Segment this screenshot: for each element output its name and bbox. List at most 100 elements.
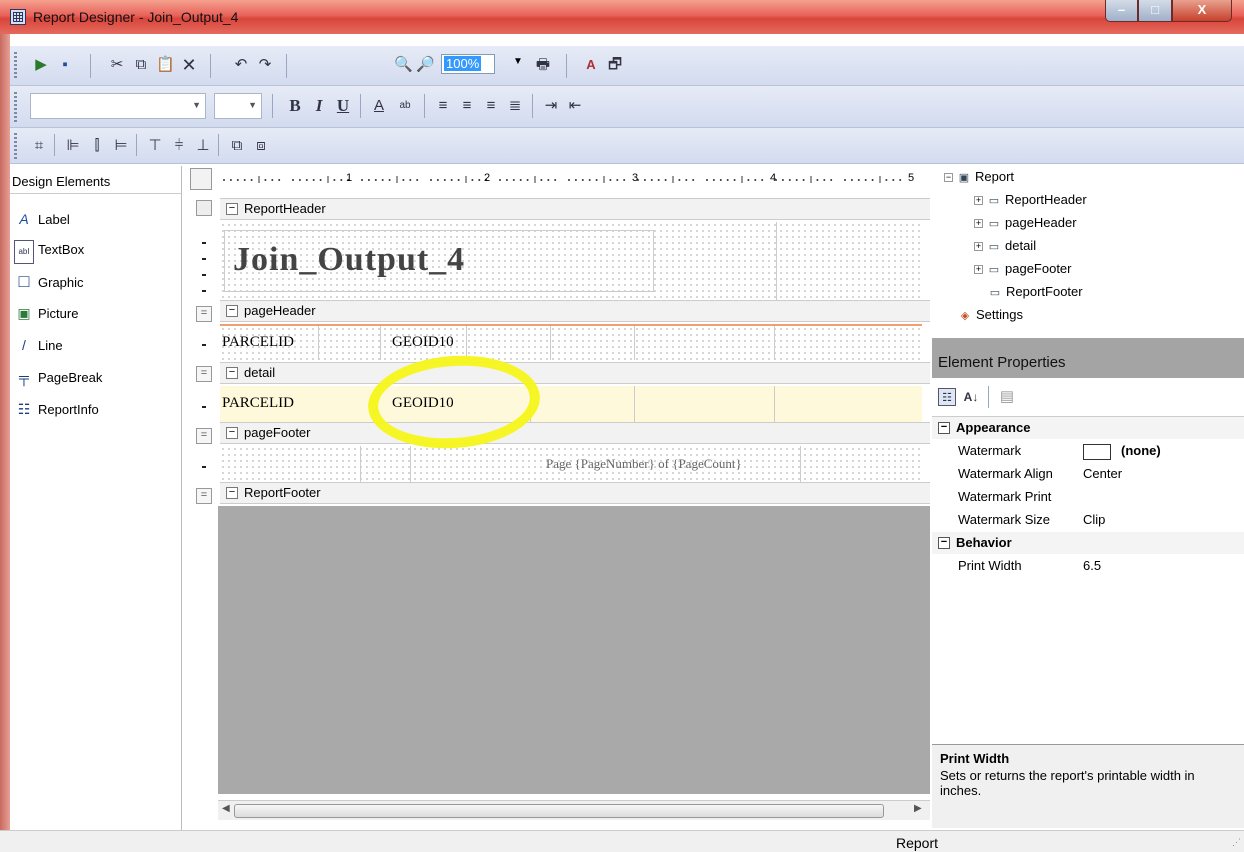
prop-print-width[interactable]: Print Width 6.5	[932, 555, 1244, 577]
page-footer-area[interactable]: Page {PageNumber} of {PageCount}	[220, 446, 922, 482]
band-page-footer[interactable]: − pageFooter	[220, 422, 930, 444]
reportinfo-element[interactable]: ☷ ReportInfo	[14, 398, 99, 420]
redo-icon[interactable]: ↷	[256, 56, 274, 74]
band-handle[interactable]: =	[196, 488, 212, 504]
align-justify-icon[interactable]: ≣	[506, 97, 524, 115]
tree-node-settings[interactable]: ◈ Settings	[958, 306, 1023, 325]
undo-icon[interactable]: ↶	[232, 56, 250, 74]
collapse-icon[interactable]: −	[226, 487, 238, 499]
align-centers-icon[interactable]: ⫿	[88, 137, 106, 155]
collapse-icon[interactable]: −	[944, 173, 953, 183]
collapse-icon[interactable]: −	[226, 305, 238, 317]
tree-node-pageheader[interactable]: + ▭ pageHeader	[974, 214, 1077, 233]
forecolor-icon[interactable]: A	[370, 97, 388, 115]
expand-icon[interactable]: +	[974, 265, 983, 275]
backcolor-icon[interactable]: ab	[396, 97, 414, 115]
tree-node-reportheader[interactable]: + ▭ ReportHeader	[974, 191, 1087, 210]
cut-icon[interactable]: ✂	[108, 56, 126, 74]
italic-icon[interactable]: I	[310, 97, 328, 115]
prop-watermark-align[interactable]: Watermark Align Center	[932, 463, 1244, 485]
close-button[interactable]: X	[1172, 0, 1232, 22]
align-rights-icon[interactable]: ⊨	[112, 137, 130, 155]
ruler-corner[interactable]	[190, 168, 212, 190]
scrollbar-thumb[interactable]	[234, 804, 884, 818]
tree-node-report[interactable]: − ▣ Report	[944, 168, 1014, 187]
send-to-back-icon[interactable]: ⧈	[252, 137, 270, 155]
band-handle[interactable]: =	[196, 428, 212, 444]
align-middles-icon[interactable]: ⫩	[170, 137, 188, 155]
zoom-out-icon[interactable]: 🔍	[394, 56, 413, 74]
expand-icon[interactable]: +	[974, 219, 983, 229]
font-size-combo[interactable]: ▼	[214, 93, 262, 119]
collapse-icon[interactable]: −	[226, 203, 238, 215]
prop-watermark-print[interactable]: Watermark Print	[932, 486, 1244, 508]
bold-icon[interactable]: B	[286, 97, 304, 115]
tree-node-reportfooter[interactable]: ▭ ReportFooter	[988, 283, 1083, 302]
copy-icon[interactable]: ⧉	[132, 56, 150, 74]
zoom-in-icon[interactable]: 🔎	[416, 56, 435, 74]
pagebreak-element[interactable]: ╤ PageBreak	[14, 366, 102, 388]
align-tops-icon[interactable]: ⊤	[146, 137, 164, 155]
category-behavior[interactable]: − Behavior	[932, 532, 1244, 554]
horizontal-scrollbar[interactable]: ◀ ▶	[218, 800, 930, 820]
maximize-button[interactable]: □	[1138, 0, 1172, 22]
save-icon[interactable]: ▪	[56, 56, 74, 74]
snap-grid-icon[interactable]: ⌗	[30, 137, 48, 155]
collapse-icon[interactable]: −	[226, 367, 238, 379]
prop-watermark-size[interactable]: Watermark Size Clip	[932, 509, 1244, 531]
toolbar-grip[interactable]	[14, 52, 17, 80]
align-bottoms-icon[interactable]: ⊥	[194, 137, 212, 155]
zoom-combo[interactable]: 100%	[441, 54, 495, 74]
font-icon[interactable]: A	[582, 56, 600, 74]
sort-az-icon[interactable]: A↓	[962, 388, 980, 406]
detail-field-parcelid[interactable]: PARCELID	[222, 395, 294, 412]
collapse-icon[interactable]: −	[938, 422, 950, 434]
band-handle[interactable]: =	[196, 306, 212, 322]
band-page-header[interactable]: − pageHeader	[220, 300, 930, 322]
tree-node-detail[interactable]: + ▭ detail	[974, 237, 1036, 256]
properties-icon[interactable]: 🗗	[606, 56, 624, 74]
band-detail[interactable]: − detail	[220, 362, 930, 384]
graphic-element[interactable]: □ Graphic	[14, 270, 84, 292]
expand-icon[interactable]: +	[974, 196, 983, 206]
zoom-dropdown-icon[interactable]: ▼	[513, 56, 523, 67]
detail-area[interactable]: PARCELID GEOID10	[220, 386, 922, 422]
font-name-combo[interactable]: ▼	[30, 93, 206, 119]
paste-icon[interactable]: 📋	[156, 56, 175, 74]
expand-icon[interactable]: +	[974, 242, 983, 252]
collapse-icon[interactable]: −	[226, 427, 238, 439]
prop-watermark[interactable]: Watermark (none)	[932, 440, 1244, 462]
delete-icon[interactable]: ✕	[180, 56, 198, 74]
category-appearance[interactable]: − Appearance	[932, 417, 1244, 439]
textbox-element[interactable]: abI TextBox	[14, 239, 84, 264]
align-center-icon[interactable]: ≡	[458, 97, 476, 115]
toolbar-grip[interactable]	[14, 92, 17, 122]
page-number-field[interactable]: Page {PageNumber} of {PageCount}	[546, 456, 742, 472]
page-setup-icon[interactable]: 🖶	[534, 56, 552, 74]
prop-value[interactable]: Clip	[1083, 509, 1105, 531]
underline-icon[interactable]: U	[334, 97, 352, 115]
bring-to-front-icon[interactable]: ⧉	[228, 137, 246, 155]
minimize-button[interactable]: –	[1105, 0, 1138, 22]
page-header-area[interactable]: PARCELID GEOID10	[220, 324, 922, 360]
scroll-left-icon[interactable]: ◀	[222, 803, 230, 814]
picture-element[interactable]: ▣ Picture	[14, 302, 78, 324]
band-report-header[interactable]: − ReportHeader	[220, 198, 930, 220]
collapse-icon[interactable]: −	[938, 537, 950, 549]
property-pages-icon[interactable]: ▤	[998, 388, 1016, 406]
toolbar-grip[interactable]	[14, 133, 17, 159]
scroll-right-icon[interactable]: ▶	[914, 803, 922, 814]
preview-icon[interactable]: ▶	[32, 56, 50, 74]
prop-value[interactable]: 6.5	[1083, 555, 1101, 577]
band-handle[interactable]: =	[196, 366, 212, 382]
band-handle[interactable]	[196, 200, 212, 216]
prop-value[interactable]: Center	[1083, 463, 1122, 485]
categorized-icon[interactable]: ☷	[938, 388, 956, 406]
align-right-icon[interactable]: ≡	[482, 97, 500, 115]
band-report-footer[interactable]: − ReportFooter	[220, 482, 930, 504]
prop-value[interactable]: (none)	[1083, 440, 1161, 462]
align-lefts-icon[interactable]: ⊫	[64, 137, 82, 155]
label-element[interactable]: A Label	[14, 208, 69, 230]
indent-icon[interactable]: ⇥	[542, 97, 560, 115]
header-field-parcelid[interactable]: PARCELID	[222, 334, 294, 351]
